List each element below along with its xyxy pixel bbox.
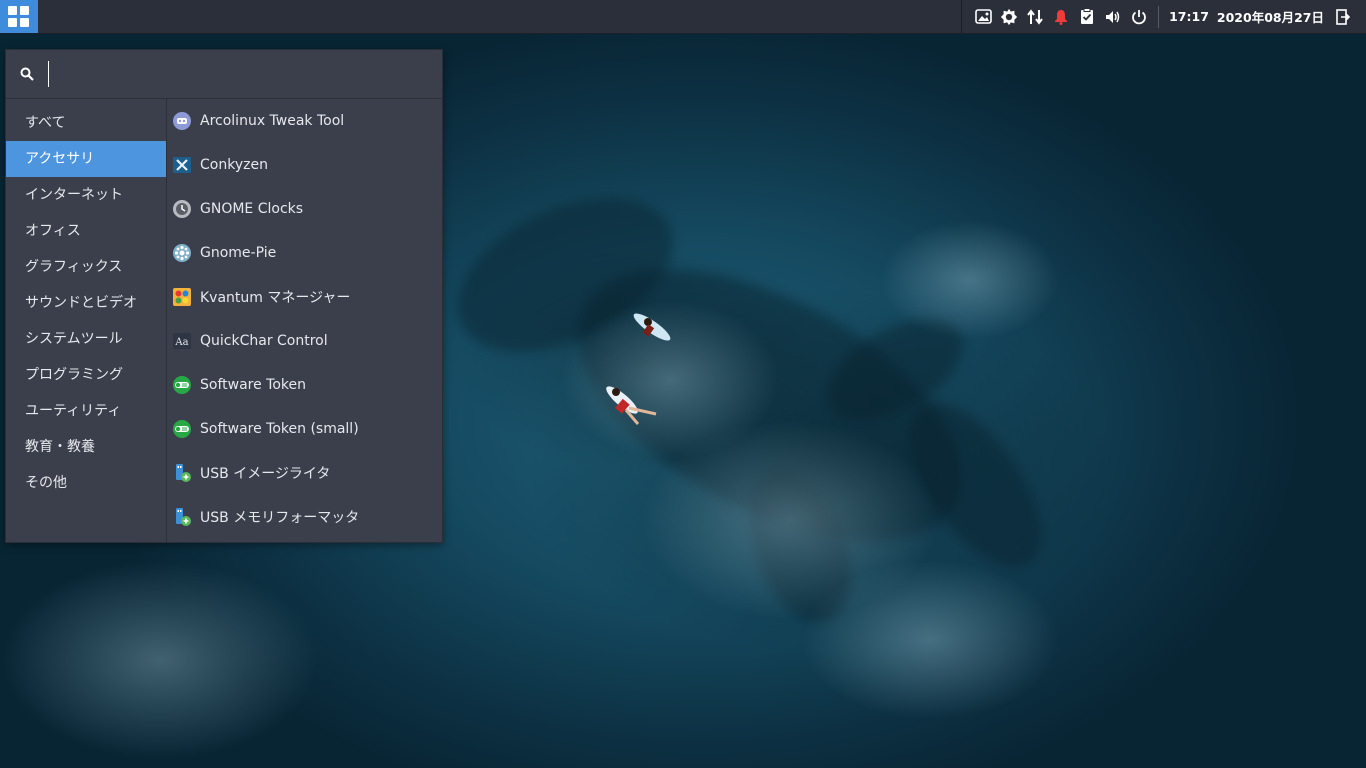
app-label: QuickChar Control — [200, 333, 328, 349]
clock-icon — [172, 199, 192, 219]
app-item-software-token-small[interactable]: Software Token (small) — [167, 407, 442, 451]
category-other[interactable]: その他 — [6, 465, 166, 501]
app-grid-icon — [8, 5, 30, 28]
svg-text:Aa: Aa — [174, 337, 188, 348]
app-label: Arcolinux Tweak Tool — [200, 113, 345, 129]
app-label: USB メモリフォーマッタ — [200, 510, 360, 526]
app-label: Conkyzen — [200, 157, 268, 173]
app-item-quickchar-control[interactable]: Aa QuickChar Control — [167, 319, 442, 363]
logout-icon[interactable] — [1334, 8, 1352, 26]
app-item-usb-image-writer[interactable]: USB イメージライタ — [167, 451, 442, 495]
conkyzen-icon — [172, 155, 192, 175]
category-all[interactable]: すべて — [6, 105, 166, 141]
surfer-lower-image — [606, 386, 657, 425]
app-label: Kvantum マネージャー — [200, 290, 351, 306]
usb-writer-icon — [172, 463, 192, 483]
search-row — [6, 50, 442, 99]
notification-bell-icon[interactable] — [1052, 8, 1070, 26]
category-graphics[interactable]: グラフィックス — [6, 249, 166, 285]
surfer-upper-image — [633, 313, 671, 341]
kvantum-icon — [172, 287, 192, 307]
application-menu: すべて アクセサリ インターネット オフィス グラフィックス サウンドとビデオ … — [5, 49, 443, 543]
tray-divider — [961, 0, 963, 33]
token-icon — [172, 419, 192, 439]
app-label: Gnome-Pie — [200, 245, 277, 261]
app-label: USB イメージライタ — [200, 466, 331, 482]
category-system-tools[interactable]: システムツール — [6, 321, 166, 357]
usb-formatter-icon — [172, 507, 192, 527]
category-internet[interactable]: インターネット — [6, 177, 166, 213]
clock-divider — [1158, 5, 1160, 28]
category-office[interactable]: オフィス — [6, 213, 166, 249]
volume-icon[interactable] — [1104, 8, 1122, 26]
category-utilities[interactable]: ユーティリティ — [6, 393, 166, 429]
category-accessories[interactable]: アクセサリ — [6, 141, 166, 177]
gnome-pie-icon — [172, 243, 192, 263]
network-transfer-icon[interactable] — [1026, 8, 1044, 26]
app-menu-button[interactable] — [0, 0, 38, 33]
category-education[interactable]: 教育・教養 — [6, 429, 166, 465]
arcolinux-tweak-icon — [172, 111, 192, 131]
token-icon — [172, 375, 192, 395]
app-label: Software Token (small) — [200, 421, 359, 437]
top-panel: 17:17 2020年08月27日 — [0, 0, 1366, 34]
app-item-gnome-clocks[interactable]: GNOME Clocks — [167, 187, 442, 231]
settings-gear-icon[interactable] — [1000, 8, 1018, 26]
app-item-usb-formatter[interactable]: USB メモリフォーマッタ — [167, 495, 442, 539]
clipboard-icon[interactable] — [1078, 8, 1096, 26]
menu-body: すべて アクセサリ インターネット オフィス グラフィックス サウンドとビデオ … — [6, 99, 442, 543]
app-list: Arcolinux Tweak Tool Conkyzen GNOME Cloc… — [167, 99, 442, 543]
image-viewer-icon[interactable] — [974, 8, 992, 26]
search-icon — [20, 67, 34, 81]
clock-time[interactable]: 17:17 — [1169, 9, 1209, 24]
category-list: すべて アクセサリ インターネット オフィス グラフィックス サウンドとビデオ … — [6, 99, 167, 543]
power-icon[interactable] — [1130, 8, 1148, 26]
app-item-arcolinux-tweak-tool[interactable]: Arcolinux Tweak Tool — [167, 99, 442, 143]
app-item-gnome-pie[interactable]: Gnome-Pie — [167, 231, 442, 275]
system-tray: 17:17 2020年08月27日 — [961, 0, 1366, 33]
category-sound-video[interactable]: サウンドとビデオ — [6, 285, 166, 321]
app-item-conkyzen[interactable]: Conkyzen — [167, 143, 442, 187]
search-input[interactable] — [48, 61, 408, 87]
app-item-software-token[interactable]: Software Token — [167, 363, 442, 407]
category-programming[interactable]: プログラミング — [6, 357, 166, 393]
quickchar-icon: Aa — [172, 331, 192, 351]
app-label: GNOME Clocks — [200, 201, 304, 217]
app-item-kvantum-manager[interactable]: Kvantum マネージャー — [167, 275, 442, 319]
app-label: Software Token — [200, 377, 306, 393]
clock-date[interactable]: 2020年08月27日 — [1217, 7, 1324, 26]
